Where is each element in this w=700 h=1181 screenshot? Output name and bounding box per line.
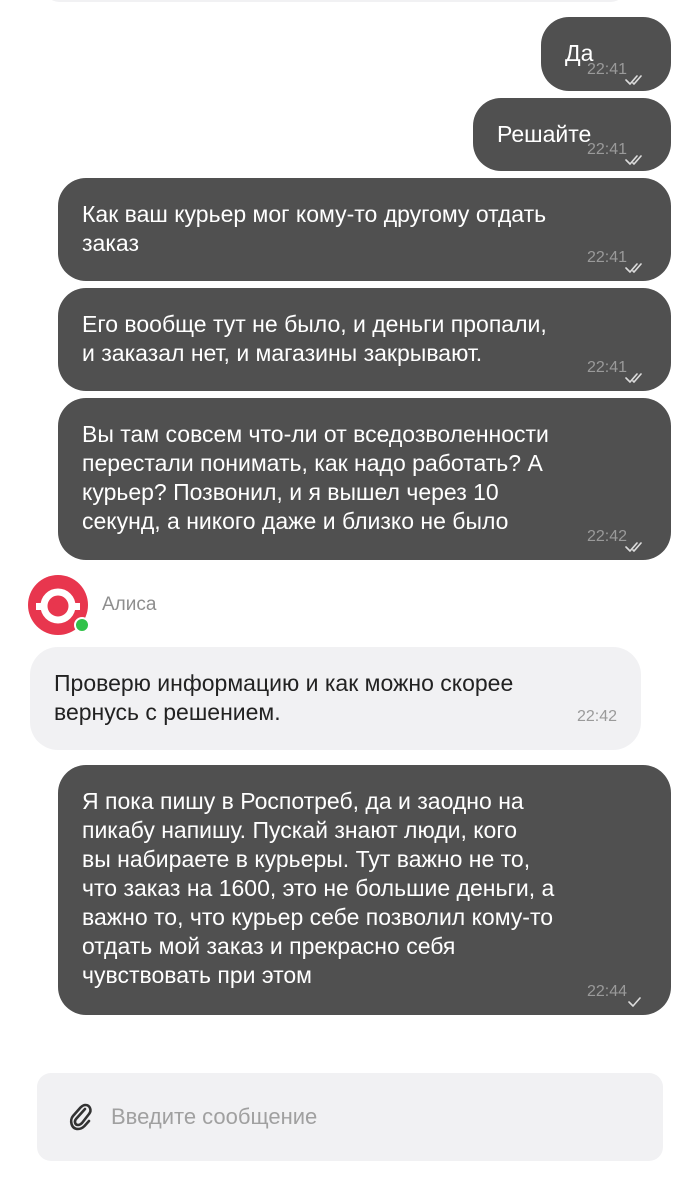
sender-name: Алиса (102, 594, 157, 615)
outgoing-message[interactable]: Как ваш курьер мог кому-то другому отдат… (58, 178, 671, 281)
check-icon (628, 997, 641, 1007)
message-text: Решайте (497, 121, 592, 147)
message-text: Вы там совсем что-ли от вседозволенности… (82, 421, 549, 534)
message-meta: 22:44 (586, 983, 647, 1007)
message-meta: 22:41 (586, 249, 647, 273)
outgoing-message[interactable]: Вы там совсем что-ли от вседозволенности… (58, 398, 671, 560)
double-check-icon (625, 542, 642, 552)
message-meta: 22:42 (577, 708, 619, 726)
outgoing-message[interactable]: Да 22:41 (541, 17, 671, 91)
message-composer (37, 1073, 663, 1161)
message-time: 22:42 (576, 708, 617, 725)
message-meta: 22:42 (586, 528, 647, 552)
message-input[interactable] (109, 1103, 613, 1131)
double-check-icon (625, 155, 642, 165)
previous-message-edge (45, 0, 625, 2)
message-text: Проверю информацию и как можно скорее ве… (54, 670, 514, 725)
message-text: Я пока пишу в Роспотреб, да и заодно на … (82, 788, 555, 988)
message-time: 22:41 (586, 61, 627, 78)
sender-header: Алиса (28, 575, 156, 635)
online-status-dot (74, 617, 90, 633)
message-time: 22:41 (586, 249, 627, 266)
incoming-message[interactable]: Проверю информацию и как можно скорее ве… (30, 647, 641, 750)
avatar[interactable] (28, 575, 90, 635)
message-time: 22:44 (586, 983, 627, 1000)
message-text: Его вообще тут не было, и деньги пропали… (82, 311, 547, 366)
outgoing-message[interactable]: Решайте 22:41 (473, 98, 671, 171)
outgoing-message[interactable]: Его вообще тут не было, и деньги пропали… (58, 288, 671, 391)
message-meta: 22:41 (586, 141, 647, 165)
double-check-icon (625, 263, 642, 273)
message-time: 22:41 (586, 359, 627, 376)
double-check-icon (625, 373, 642, 383)
message-meta: 22:41 (586, 359, 647, 383)
paperclip-icon[interactable] (67, 1100, 95, 1134)
double-check-icon (625, 75, 642, 85)
message-time: 22:42 (586, 528, 627, 545)
message-meta: 22:41 (586, 61, 647, 85)
message-text: Как ваш курьер мог кому-то другому отдат… (82, 201, 547, 256)
outgoing-message[interactable]: Я пока пишу в Роспотреб, да и заодно на … (58, 765, 671, 1015)
message-time: 22:41 (586, 141, 627, 158)
